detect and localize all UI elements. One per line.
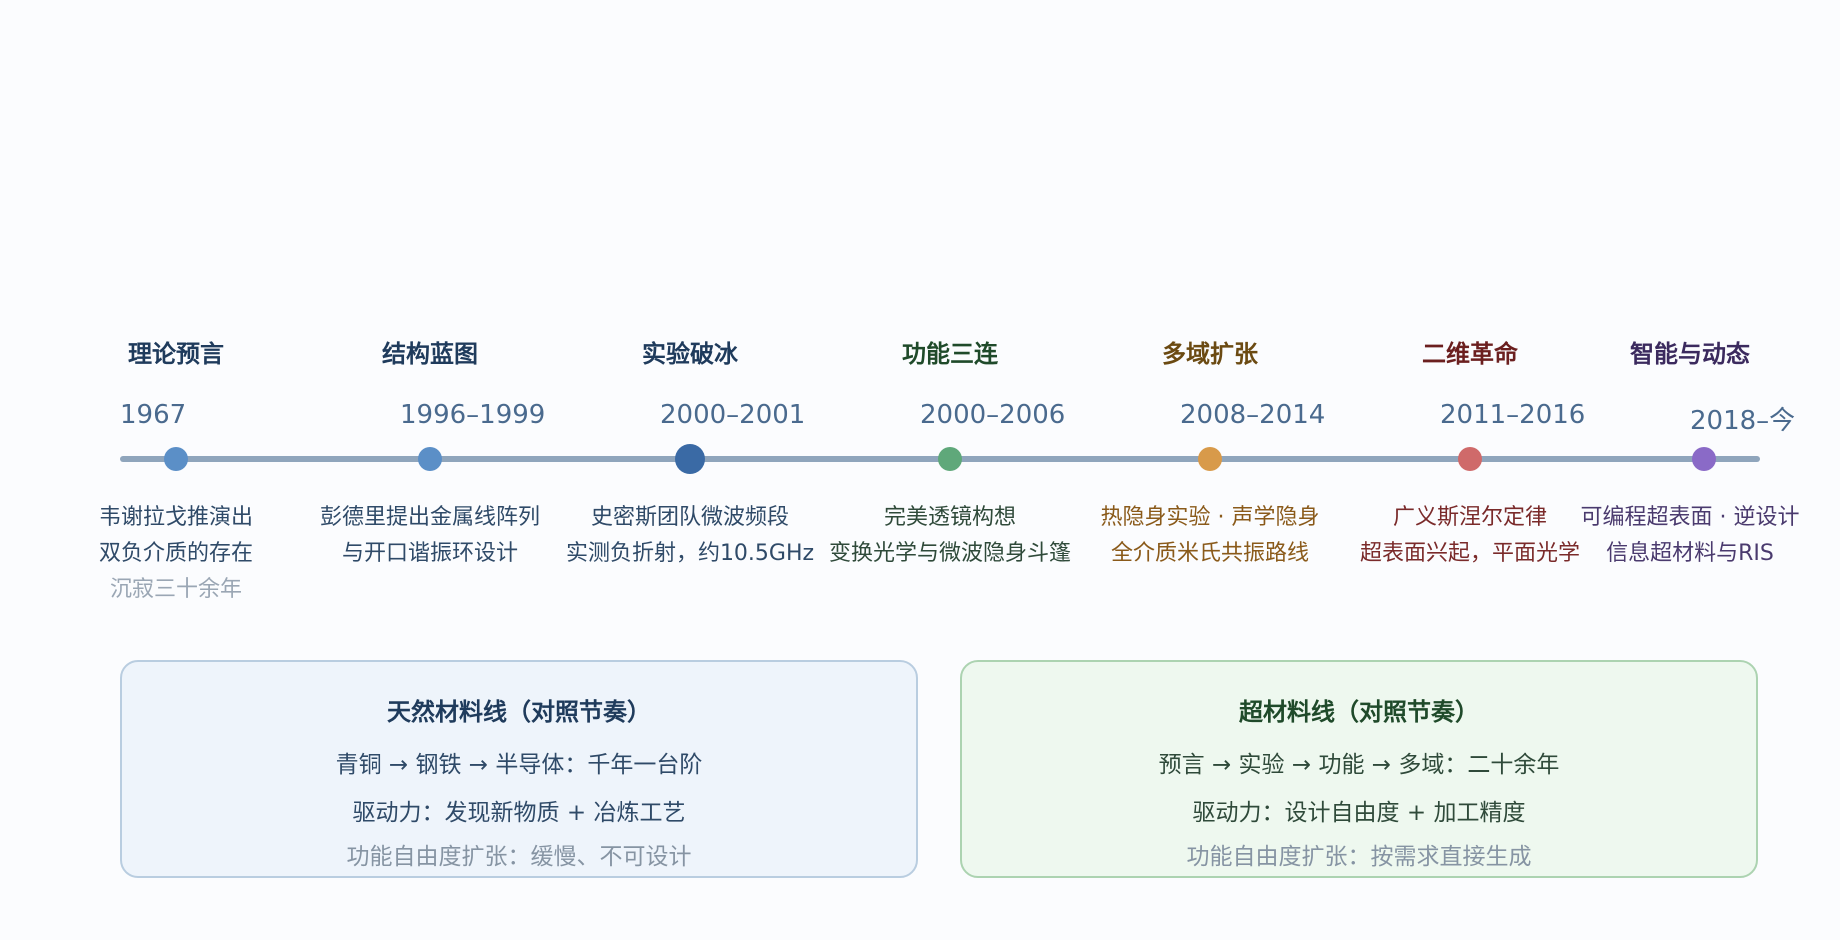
phase-description-line: 韦谢拉戈推演出 [98, 505, 253, 530]
phase-description-line: 变换光学与微波隐身斗篷 [828, 541, 1071, 566]
phase-title-5: 多域扩张 [1162, 340, 1258, 368]
phase-title-4: 功能三连 [902, 340, 998, 368]
phase-description-line: 沉寂三十余年 [109, 577, 242, 602]
metamaterial-panel: 超材料线（对照节奏） 预言 → 实验 → 功能 → 多域：二十余年 驱动力：设计… [960, 660, 1758, 878]
natural-panel-line2: 驱动力：发现新物质 + 冶炼工艺 [352, 800, 686, 826]
phase-description-line: 完美透镜构想 [883, 505, 1016, 530]
phase-title-3: 实验破冰 [642, 340, 738, 368]
phase-description-7: 可编程超表面 · 逆设计 信息超材料与RIS [1555, 500, 1825, 572]
phase-date-2: 1996–1999 [400, 400, 546, 430]
phase-date-5: 2008–2014 [1180, 400, 1326, 430]
timeline-dot-5 [1198, 447, 1222, 471]
phase-date-3: 2000–2001 [660, 400, 806, 430]
timeline-diagram: 理论预言 1967 韦谢拉戈推演出 双负介质的存在 沉寂三十余年 结构蓝图 1996–199… [0, 0, 1840, 940]
timeline-dot-1 [164, 447, 188, 471]
phase-description-line: 信息超材料与RIS [1606, 541, 1774, 566]
phase-title-7: 智能与动态 [1630, 340, 1750, 368]
phase-description-line: 热隐身实验 · 声学隐身 [1100, 505, 1320, 530]
phase-description-4: 完美透镜构想变换光学与微波隐身斗篷 [815, 500, 1085, 572]
phase-description-line: 可编程超表面 · 逆设计 [1580, 505, 1800, 530]
phase-title-1: 理论预言 [128, 340, 224, 368]
phase-description-5: 热隐身实验 · 声学隐身 全介质米氏共振路线 [1075, 500, 1345, 572]
meta-panel-line3: 功能自由度扩张：按需求直接生成 [1186, 844, 1532, 870]
phase-description-line: 实测负折射，约10.5GHz [565, 541, 815, 566]
phase-date-7: 2018–今 [1690, 406, 1796, 436]
meta-panel-title: 超材料线（对照节奏） [1239, 698, 1479, 726]
natural-panel-line1: 青铜 → 钢铁 → 半导体：千年一台阶 [335, 752, 703, 778]
timeline-dot-3 [675, 444, 705, 474]
phase-description-1: 韦谢拉戈推演出 双负介质的存在 沉寂三十余年 [41, 500, 311, 608]
phase-description-line: 与开口谐振环设计 [341, 541, 518, 566]
phase-date-6: 2011–2016 [1440, 400, 1586, 430]
phase-description-2: 彭德里提出金属线阵列 与开口谐振环设计 [295, 500, 565, 572]
phase-description-line: 彭德里提出金属线阵列 [319, 505, 540, 530]
phase-title-2: 结构蓝图 [382, 340, 478, 368]
phase-description-3: 史密斯团队微波频段实测负折射，约10.5GHz [555, 500, 825, 572]
phase-date-1: 1967 [120, 400, 187, 430]
natural-panel-title: 天然材料线（对照节奏） [387, 698, 651, 726]
meta-panel-line2: 驱动力：设计自由度 + 加工精度 [1192, 800, 1526, 826]
phase-date-4: 2000–2006 [920, 400, 1066, 430]
meta-panel-line1: 预言 → 实验 → 功能 → 多域：二十余年 [1158, 752, 1560, 778]
phase-description-line: 全介质米氏共振路线 [1110, 541, 1309, 566]
timeline-dot-6 [1458, 447, 1482, 471]
natural-panel-line3: 功能自由度扩张：缓慢、不可设计 [346, 844, 692, 870]
timeline-dot-2 [418, 447, 442, 471]
phase-description-line: 史密斯团队微波频段 [590, 505, 789, 530]
timeline-dot-4 [938, 447, 962, 471]
timeline-dot-7 [1692, 447, 1716, 471]
natural-material-panel: 天然材料线（对照节奏） 青铜 → 钢铁 → 半导体：千年一台阶 驱动力：发现新物… [120, 660, 918, 878]
phase-description-line: 双负介质的存在 [98, 541, 253, 566]
